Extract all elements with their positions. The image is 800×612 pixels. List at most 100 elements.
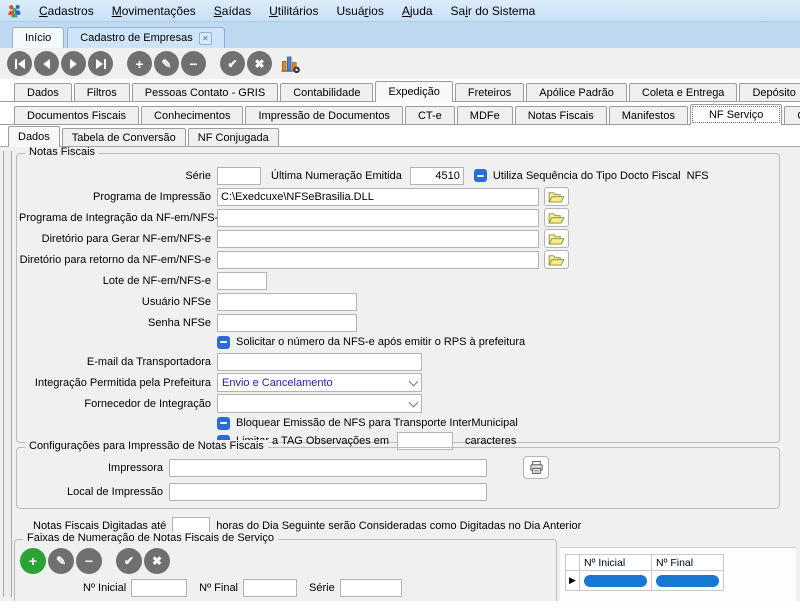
- cancel-button[interactable]: ✖: [247, 51, 272, 76]
- programa-impressao-input[interactable]: [217, 187, 539, 206]
- tab-mdfe[interactable]: MDFe: [456, 106, 513, 124]
- confirm-button[interactable]: ✔: [220, 51, 245, 76]
- tab-contabilidade[interactable]: Contabilidade: [280, 83, 374, 101]
- select-printer-button[interactable]: [523, 456, 549, 479]
- previous-record-button[interactable]: [34, 51, 59, 76]
- last-record-button[interactable]: [88, 51, 113, 76]
- diretorio-gerar-input[interactable]: [217, 229, 539, 248]
- faixa-confirm-button[interactable]: ✔: [116, 548, 142, 574]
- tab-conhecimentos[interactable]: Conhecimentos: [141, 106, 244, 124]
- tab-label: Notas Fiscais: [527, 109, 594, 122]
- grid-corner-cell: [565, 554, 580, 571]
- faixa-delete-button[interactable]: −: [76, 548, 102, 574]
- tab-apolice-padrao[interactable]: Apólice Padrão: [526, 83, 627, 101]
- local-impressao-input[interactable]: [169, 482, 487, 501]
- printer-icon: [529, 460, 543, 475]
- faixas-grid[interactable]: Nº Inicial Nº Final ▶: [565, 554, 724, 591]
- tab-expedicao[interactable]: Expedição: [375, 81, 453, 102]
- tab-deposito[interactable]: Depósito: [739, 83, 800, 101]
- faixa-edit-button[interactable]: ✎: [48, 548, 74, 574]
- lote-input[interactable]: [217, 271, 267, 290]
- faixa-final-input[interactable]: [243, 579, 298, 597]
- browse-programa-impressao-button[interactable]: [544, 187, 569, 206]
- faixas-grid-panel: Nº Inicial Nº Final ▶: [560, 547, 796, 601]
- tab-freteiros[interactable]: Freteiros: [454, 83, 525, 101]
- folder-icon: [548, 233, 565, 245]
- tab-label: Expedição: [388, 86, 440, 98]
- tab-tabela-de-conversao[interactable]: Tabela de Conversão: [61, 128, 186, 146]
- email-transportadora-input[interactable]: [217, 352, 422, 371]
- faixa-add-button[interactable]: +: [20, 548, 46, 574]
- browse-programa-integracao-button[interactable]: [544, 208, 569, 227]
- chevron-down-icon: [408, 397, 419, 407]
- ultima-numeracao-input[interactable]: [409, 166, 464, 185]
- diretorio-retorno-input[interactable]: [217, 250, 539, 269]
- edit-record-button[interactable]: ✎: [154, 51, 179, 76]
- menu-item-ajuda[interactable]: Ajuda: [393, 2, 442, 20]
- fornecedor-integracao-select[interactable]: [217, 394, 422, 413]
- delete-record-button[interactable]: −: [181, 51, 206, 76]
- tab-nf-conjugada[interactable]: NF Conjugada: [187, 128, 279, 146]
- left-splitter[interactable]: [3, 151, 12, 597]
- tab-cte[interactable]: CT-e: [404, 106, 455, 124]
- close-tab-icon[interactable]: ✕: [198, 31, 212, 45]
- faixa-inicial-input[interactable]: [131, 579, 188, 597]
- bloquear-emissao-checkbox[interactable]: [217, 416, 230, 430]
- integracao-permitida-select[interactable]: Envio e Cancelamento: [217, 373, 422, 392]
- digitadas-prefix-label: Notas Fiscais Digitadas até: [33, 520, 167, 532]
- menu-item-usuarios[interactable]: Usuários: [327, 2, 392, 20]
- tab-documentos-fiscais[interactable]: Documentos Fiscais: [14, 106, 140, 124]
- serie-input[interactable]: [217, 166, 261, 185]
- usuario-nfse-input[interactable]: [217, 292, 357, 311]
- digitadas-suffix-label: horas do Dia Seguinte serão Consideradas…: [216, 520, 582, 532]
- add-record-button[interactable]: +: [127, 51, 152, 76]
- senha-nfse-input[interactable]: [217, 313, 357, 332]
- menu-item-cadastros[interactable]: Cadastros: [30, 2, 103, 20]
- tab-pessoas-contato-gris[interactable]: Pessoas Contato - GRIS: [131, 83, 279, 101]
- tab-outros[interactable]: Outros: [784, 106, 800, 124]
- faixa-serie-input[interactable]: [339, 579, 402, 597]
- next-record-button[interactable]: [61, 51, 86, 76]
- first-record-button[interactable]: [7, 51, 32, 76]
- fornecedor-integracao-label: Fornecedor de Integração: [84, 397, 211, 410]
- tab-label: Documentos Fiscais: [27, 109, 127, 122]
- tab-row-sections: Dados Filtros Pessoas Contato - GRIS Con…: [0, 81, 800, 102]
- faixa-cancel-button[interactable]: ✖: [144, 548, 170, 574]
- ultima-numeracao-label: Última Numeração Emitida: [271, 169, 402, 182]
- tab-coleta-e-entrega[interactable]: Coleta e Entrega: [628, 83, 738, 101]
- chart-report-button[interactable]: [278, 52, 302, 76]
- solicitar-numero-checkbox[interactable]: [217, 335, 230, 349]
- menu-item-sair-do-sistema[interactable]: Sair do Sistema: [442, 2, 545, 20]
- tab-nf-servico[interactable]: NF Serviço: [689, 104, 783, 125]
- tab-impressao-de-documentos[interactable]: Impressão de Documentos: [245, 106, 403, 124]
- tab-manifestos[interactable]: Manifestos: [608, 106, 688, 124]
- programa-integracao-input[interactable]: [217, 208, 539, 227]
- tab-label: Depósito: [752, 86, 796, 99]
- group-faixas-numeracao: Faixas de Numeração de Notas Fiscais de …: [14, 532, 557, 601]
- email-transportadora-label: E-mail da Transportadora: [86, 355, 211, 368]
- grid-header-inicial: Nº Inicial: [580, 554, 652, 571]
- tab-notas-fiscais[interactable]: Notas Fiscais: [514, 106, 607, 124]
- browse-diretorio-gerar-button[interactable]: [544, 229, 569, 248]
- window-tab-cadastro-de-empresas[interactable]: Cadastro de Empresas ✕: [67, 27, 225, 48]
- menu-item-saidas[interactable]: Saídas: [205, 2, 260, 20]
- tab-dados[interactable]: Dados: [14, 83, 72, 101]
- grid-selected-row[interactable]: ▶: [565, 571, 724, 591]
- window-tab-inicio-label: Início: [25, 32, 52, 44]
- faixa-serie-label: Série: [309, 582, 335, 594]
- menu-item-utilitarios[interactable]: Utilitários: [260, 2, 327, 20]
- record-toolbar: + ✎ − ✔ ✖: [0, 48, 800, 79]
- utiliza-sequencia-checkbox[interactable]: [473, 169, 487, 182]
- tab-filtros[interactable]: Filtros: [73, 83, 130, 101]
- lote-label: Lote de NF-em/NFS-e: [102, 274, 211, 287]
- tab-label: Freteiros: [467, 86, 512, 99]
- browse-diretorio-retorno-button[interactable]: [544, 250, 569, 269]
- menu-item-movimentacoes[interactable]: Movimentações: [103, 2, 205, 20]
- group-faixas-title: Faixas de Numeração de Notas Fiscais de …: [23, 532, 278, 544]
- window-tab-inicio[interactable]: Início: [12, 27, 65, 48]
- impressora-input[interactable]: [169, 458, 487, 477]
- tab-label: Dados: [18, 131, 50, 143]
- tab-dados-nf[interactable]: Dados: [8, 126, 60, 147]
- tab-label: Tabela de Conversão: [71, 131, 176, 144]
- diretorio-retorno-label: Diretório para retorno da NF-em/NFS-e: [19, 253, 211, 266]
